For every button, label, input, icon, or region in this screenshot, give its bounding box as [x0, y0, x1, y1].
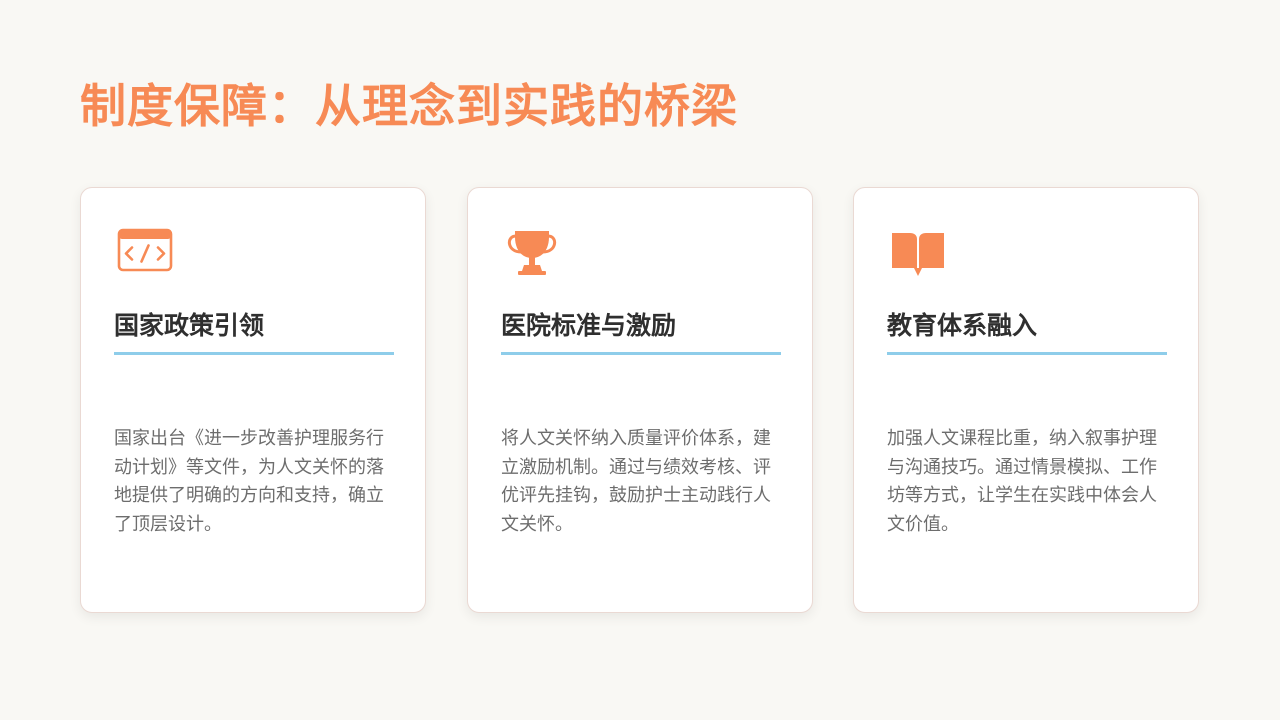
card-body: 加强人文课程比重，纳入叙事护理与沟通技巧。通过情景模拟、工作坊等方式，让学生在实…: [887, 428, 1157, 535]
card-heading: 国家政策引领: [114, 308, 394, 355]
card-heading: 教育体系融入: [887, 308, 1167, 355]
card-heading: 医院标准与激励: [501, 308, 781, 355]
slide-title: 制度保障：从理念到实践的桥梁: [80, 79, 738, 133]
card-body: 将人文关怀纳入质量评价体系，建立激励机制。通过与绩效考核、评优评先挂钩，鼓励护士…: [501, 428, 771, 535]
card-body: 国家出台《进一步改善护理服务行动计划》等文件，为人文关怀的落地提供了明确的方向和…: [114, 428, 384, 535]
card-national-policy: 国家政策引领 国家出台《进一步改善护理服务行动计划》等文件，为人文关怀的落地提供…: [80, 187, 426, 613]
card-row: 国家政策引领 国家出台《进一步改善护理服务行动计划》等文件，为人文关怀的落地提供…: [80, 187, 1201, 613]
card-hospital-standards: 医院标准与激励 将人文关怀纳入质量评价体系，建立激励机制。通过与绩效考核、评优评…: [467, 187, 813, 613]
book-icon: [888, 226, 948, 282]
trophy-icon: [502, 226, 562, 282]
code-window-icon: [115, 226, 175, 282]
card-education-system: 教育体系融入 加强人文课程比重，纳入叙事护理与沟通技巧。通过情景模拟、工作坊等方…: [853, 187, 1199, 613]
